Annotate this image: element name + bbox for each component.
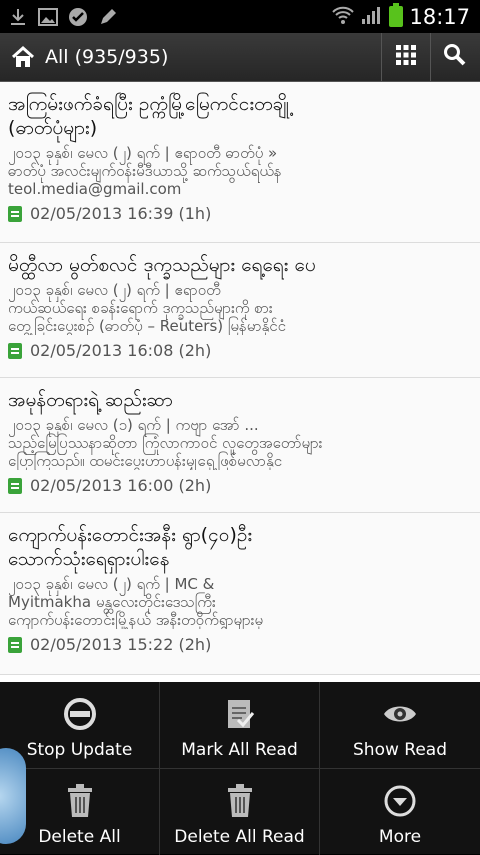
article-date: 02/05/2013 15:22 (2h) (30, 635, 212, 654)
article-snippet: ၂၀၁၃ ခုနှစ်၊ မေလ (၁) ရက် | ကဗျာ အော် ...… (8, 416, 323, 470)
article-meta: 02/05/2013 16:08 (2h) (8, 341, 480, 360)
article-snippet: ၂၀၁၃ ခုနှစ်၊ မေလ (၂) ရက် | ဧရာဝတီ ဓာတ်ပု… (8, 144, 282, 198)
search-button[interactable] (430, 33, 479, 81)
article-title: အမုန်တရားရဲ့ ဆည်းဆာ (8, 389, 173, 411)
article-meta: 02/05/2013 15:22 (2h) (8, 635, 480, 654)
grid-icon (395, 44, 417, 70)
search-icon (443, 43, 467, 71)
article-list: အကြမ်းဖက်ခံရပြီး ဥက္ကံမြို့မြေကင်ငးတချို… (0, 82, 480, 682)
more-icon (380, 781, 420, 821)
wifi-icon (331, 5, 355, 29)
article-title: မိတ္ထီလာ မွတ်စလင် ဒုက္ခသည်များ ရေ့ရေး ပေ (8, 254, 316, 276)
menu-row: Stop Update Mark All Read Show Read (0, 682, 480, 768)
menu-label: Stop Update (26, 740, 133, 760)
grid-button[interactable] (381, 33, 430, 81)
mark-all-read-icon (220, 694, 260, 734)
stop-update-button[interactable]: Stop Update (0, 682, 160, 768)
menu-row: Delete All Delete All Read More (0, 768, 480, 855)
article-title: ကျောက်ပန်းတောင်းအနီး ရွာ(၄၀)ဦး သောက်သုံး… (8, 524, 253, 570)
eye-icon (380, 694, 420, 734)
action-bar: All (935/935) (0, 33, 480, 82)
signal-icon (361, 5, 383, 29)
list-item[interactable]: မိတ္ထီလာ မွတ်စလင် ဒုက္ခသည်များ ရေ့ရေး ပေ… (0, 243, 480, 378)
clock: 18:17 (409, 4, 470, 29)
status-bar: 18:17 (0, 0, 480, 33)
download-icon (8, 7, 28, 27)
article-date: 02/05/2013 16:08 (2h) (30, 341, 212, 360)
check-icon (68, 7, 88, 27)
show-read-button[interactable]: Show Read (320, 682, 480, 768)
article-date: 02/05/2013 16:00 (2h) (30, 476, 212, 495)
menu-label: Delete All Read (174, 827, 305, 847)
article-snippet: ၂၀၁၃ ခုနှစ်၊ မေလ (၂) ရက် | MC & Myitmakh… (8, 575, 264, 629)
feed-title: All (935/935) (45, 46, 169, 68)
document-icon (8, 636, 22, 653)
floating-handle[interactable] (0, 748, 26, 844)
mark-all-read-button[interactable]: Mark All Read (160, 682, 320, 768)
delete-all-read-button[interactable]: Delete All Read (160, 769, 320, 855)
stop-update-icon (60, 694, 100, 734)
menu-label: Delete All (38, 827, 121, 847)
image-icon (38, 7, 58, 27)
battery-icon (389, 2, 404, 31)
pencil-icon (98, 7, 118, 27)
document-icon (8, 477, 22, 494)
home-icon[interactable] (10, 44, 36, 70)
document-icon (8, 205, 22, 222)
article-title: အကြမ်းဖက်ခံရပြီး ဥက္ကံမြို့မြေကင်ငးတချို… (8, 93, 290, 139)
menu-label: More (378, 827, 422, 847)
more-button[interactable]: More (320, 769, 480, 855)
menu-label: Mark All Read (181, 740, 298, 760)
list-item[interactable]: အကြမ်းဖက်ခံရပြီး ဥက္ကံမြို့မြေကင်ငးတချို… (0, 82, 480, 243)
article-meta: 02/05/2013 16:39 (1h) (8, 204, 480, 223)
article-meta: 02/05/2013 16:00 (2h) (8, 476, 480, 495)
document-icon (8, 342, 22, 359)
list-item[interactable]: ကျောက်ပန်းတောင်းအနီး ရွာ(၄၀)ဦး သောက်သုံး… (0, 513, 480, 675)
options-menu: Stop Update Mark All Read Show Read Dele… (0, 682, 480, 855)
list-item[interactable]: အမုန်တရားရဲ့ ဆည်းဆာ ၂၀၁၃ ခုနှစ်၊ မေလ (၁)… (0, 378, 480, 513)
article-snippet: ၂၀၁၃ ခုနှစ်၊ မေလ (၂) ရက် | ဧရာဝတီ ကယ်ဆယ်… (8, 281, 286, 335)
article-date: 02/05/2013 16:39 (1h) (30, 204, 212, 223)
trash-icon (60, 781, 100, 821)
trash-icon (220, 781, 260, 821)
menu-label: Show Read (353, 740, 447, 760)
